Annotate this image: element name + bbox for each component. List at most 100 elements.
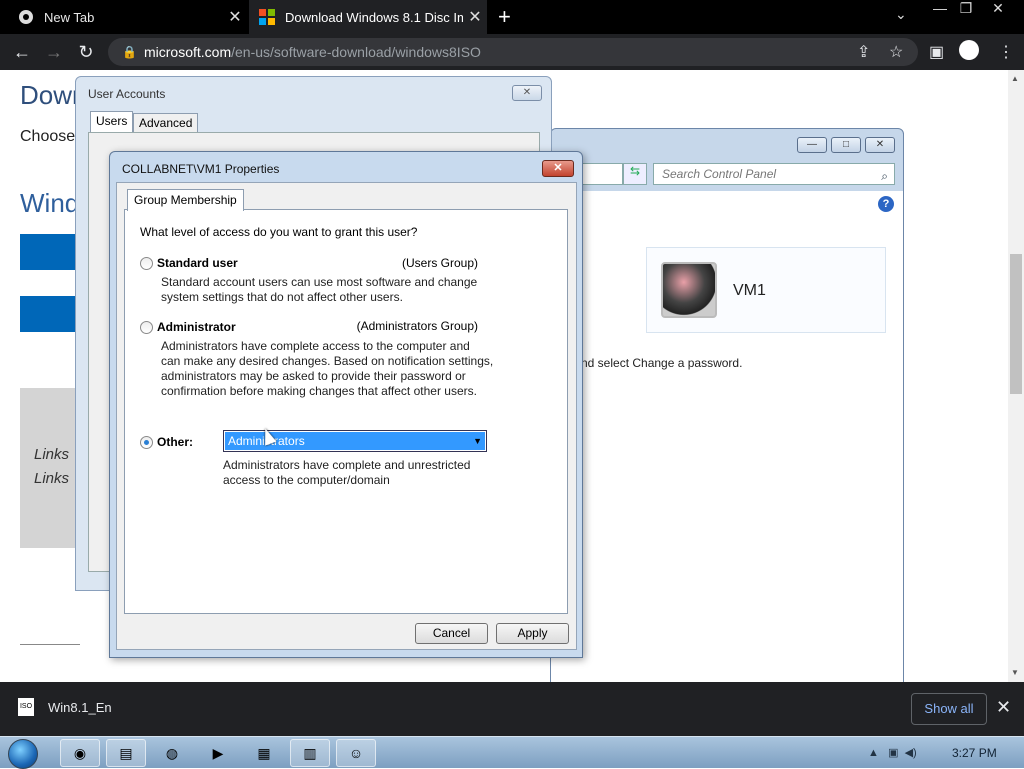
control-panel-taskbar-icon[interactable]: ▥ [290,739,330,767]
microsoft-logo-icon [259,9,275,25]
player-taskbar-icon[interactable]: ▶ [198,739,238,767]
standard-user-label: Standard user [157,256,238,270]
download-file-name: Win8.1_En [48,699,112,715]
restore-icon[interactable]: ❐ [952,0,980,20]
access-question: What level of access do you want to gran… [140,225,418,239]
control-panel-window: — □ ✕ ⇆ Search Control Panel ⌕ ? VM1 nd … [550,128,904,726]
chrome-taskbar-icon[interactable]: ◉ [60,739,100,767]
minimize-icon[interactable]: — [797,137,827,153]
dialog-title: COLLABNET\VM1 Properties [122,162,280,176]
description-line: system settings that do not affect other… [161,290,403,304]
browser-toolbar: ← → ↻ 🔒 microsoft.com/en-us/software-dow… [0,34,1024,70]
show-hidden-icons-icon[interactable]: ▲ [868,747,879,759]
administrators-group-label: (Administrators Group) [356,319,478,333]
sidebar-icon[interactable]: ▣ [929,42,944,62]
description-line: access to the computer/domain [223,473,390,487]
tab-users[interactable]: Users [90,111,134,133]
search-input[interactable]: Search Control Panel ⌕ [653,163,895,185]
administrator-description: Administrators have complete access to t… [161,339,501,399]
user-name: VM1 [733,282,766,299]
tab-label: Download Windows 8.1 Disc Ima [285,9,463,25]
close-icon[interactable]: ✕ [542,160,574,177]
download-item[interactable]: ISO Win8.1_En [18,698,112,716]
download-bar: ISO Win8.1_En Show all ✕ [0,682,1024,736]
clock[interactable]: 3:27 PM [952,746,997,760]
close-icon[interactable]: ✕ [996,697,1011,718]
dropdown-arrow-icon[interactable]: ▼ [473,431,482,451]
windows-taskbar: ◉ ▤ ◍ ▶ ▦ ▥ ☺ ▲ ▣ ◀) 3:27 PM [0,736,1024,769]
forward-arrow-icon[interactable]: → [42,42,66,63]
users-group-label: (Users Group) [401,256,478,270]
description-line: can make any desired changes. Based on n… [161,354,494,368]
standard-user-description: Standard account users can use most soft… [161,275,501,305]
search-icon[interactable]: ⌕ [881,166,888,186]
apply-button[interactable]: Apply [496,623,569,644]
url-domain: microsoft.com [144,44,232,60]
bookmark-star-icon[interactable]: ☆ [889,42,903,62]
window-title: User Accounts [88,87,166,101]
section-heading: Wind [20,188,80,218]
users-taskbar-icon[interactable]: ☺ [336,739,376,767]
user-avatar [661,262,717,318]
tab-advanced[interactable]: Advanced [133,113,199,133]
scroll-down-icon[interactable]: ▼ [1011,668,1019,677]
start-button[interactable] [8,739,38,769]
show-all-button[interactable]: Show all [911,693,987,725]
other-description: Administrators have complete and unrestr… [223,458,493,488]
tab-new-tab[interactable]: New Tab ✕ [0,0,247,34]
share-icon[interactable]: ⇪ [857,42,870,62]
scrollbar-thumb[interactable] [1010,254,1022,394]
close-icon[interactable]: ✕ [463,7,487,27]
network-icon[interactable]: ▣ [888,747,898,759]
page-button[interactable] [20,296,80,332]
search-placeholder: Search Control Panel [662,167,777,181]
control-panel-body: ? VM1 nd select Change a password. [551,191,903,725]
page-button[interactable] [20,234,80,270]
document-taskbar-icon[interactable]: ▦ [244,739,284,767]
close-icon[interactable]: ✕ [865,137,895,153]
refresh-icon[interactable]: ⇆ [623,163,647,185]
reload-icon[interactable]: ↻ [74,42,98,63]
chevron-down-icon[interactable]: ⌄ [895,6,907,23]
other-radio[interactable] [140,436,153,449]
dialog-body: Group Membership What level of access do… [116,182,577,650]
description-line: confirmation before making changes that … [161,384,477,398]
profile-avatar-icon[interactable] [959,40,979,60]
group-membership-panel: What level of access do you want to gran… [124,209,568,614]
browser-tab-strip: New Tab ✕ Download Windows 8.1 Disc Ima … [0,0,1024,34]
links-text: Links [34,446,70,463]
folder-taskbar-icon[interactable]: ▤ [106,739,146,767]
description-line: administrators may be asked to provide t… [161,369,466,383]
chrome-icon [19,10,33,24]
cancel-button[interactable]: Cancel [415,623,488,644]
window-close-icon[interactable]: ✕ [984,0,1012,20]
description-line: Standard account users can use most soft… [161,275,478,289]
minimize-icon[interactable]: — [926,0,954,20]
iso-file-icon: ISO [18,698,34,716]
instruction-text: nd select Change a password. [581,356,743,370]
new-tab-plus-icon[interactable]: + [498,4,511,30]
administrator-radio[interactable] [140,321,153,334]
properties-dialog: COLLABNET\VM1 Properties ✕ Group Members… [109,151,583,658]
links-text: Links [34,470,70,487]
close-icon[interactable]: ✕ [512,85,542,101]
close-icon[interactable]: ✕ [223,7,247,27]
description-line: Administrators have complete access to t… [161,339,470,353]
window-controls: — □ ✕ [797,137,895,153]
standard-user-radio[interactable] [140,257,153,270]
tab-group-membership[interactable]: Group Membership [127,189,244,211]
volume-icon[interactable]: ◀) [905,747,917,759]
page-text: Choose [20,128,76,145]
back-arrow-icon[interactable]: ← [10,42,34,63]
tab-download-windows[interactable]: Download Windows 8.1 Disc Ima ✕ [249,0,487,34]
maximize-icon[interactable]: □ [831,137,861,153]
more-menu-icon[interactable]: ⋮ [998,42,1014,62]
scroll-up-icon[interactable]: ▲ [1011,74,1019,83]
address-bar[interactable]: 🔒 microsoft.com/en-us/software-download/… [108,38,918,66]
lock-icon: 🔒 [122,45,137,59]
help-icon[interactable]: ? [878,196,894,212]
media-taskbar-icon[interactable]: ◍ [152,739,192,767]
administrator-label: Administrator [157,320,236,334]
description-line: Administrators have complete and unrestr… [223,458,471,472]
user-tile[interactable]: VM1 [646,247,886,333]
